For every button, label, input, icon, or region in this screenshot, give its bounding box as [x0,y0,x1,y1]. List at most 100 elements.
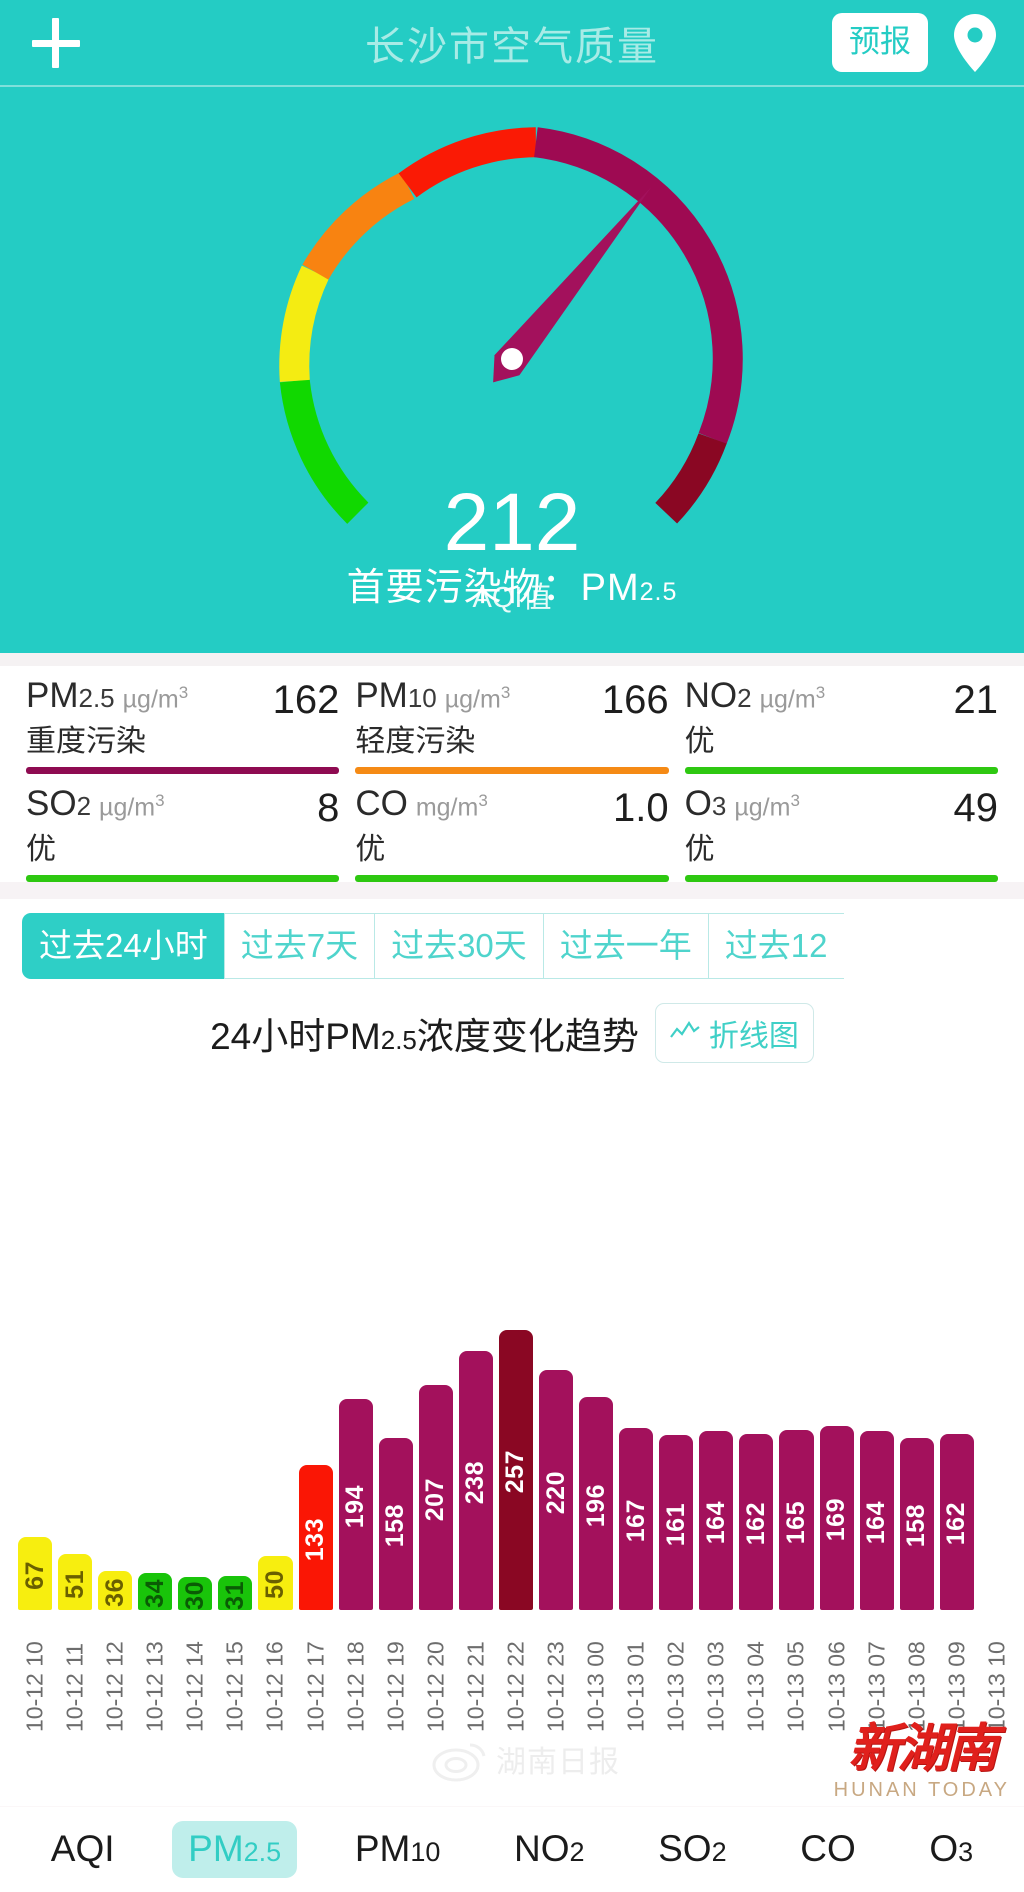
chart-bar-column[interactable]: 238 [458,1305,493,1610]
bottom-nav-item[interactable]: PM10 [339,1821,457,1878]
chart-bar-column[interactable]: 257 [498,1305,534,1610]
pollutant-name: SO2 [26,784,92,823]
location-pin-icon[interactable] [954,13,996,72]
chart-bar-column[interactable]: 165 [779,1305,814,1610]
time-range-tab[interactable]: 过去12 [707,913,844,979]
chart-bar[interactable]: 50 [258,1555,293,1610]
chart-bar[interactable]: 238 [458,1350,493,1610]
chart-bar[interactable]: 67 [18,1537,53,1610]
time-range-tab[interactable]: 过去30天 [374,913,543,979]
chart-bar[interactable]: 165 [779,1430,814,1610]
pollutant-unit: µg/m3 [122,683,189,714]
pollutant-card[interactable]: PM10 µg/m3 166 轻度污染 [347,666,676,774]
chart-bar-column[interactable]: 30 [178,1305,213,1610]
chart-bar[interactable]: 133 [298,1465,333,1610]
bottom-nav-item-sub: 3 [958,1837,974,1868]
bottom-nav-item[interactable]: O3 [913,1821,989,1878]
chart-bar[interactable]: 30 [178,1577,213,1610]
chart-bar-column[interactable]: 220 [539,1305,574,1610]
chart-bar-column[interactable]: 36 [98,1305,133,1610]
pollutant-card[interactable]: SO2 µg/m3 8 优 [18,774,347,882]
chart-bar-column[interactable]: 161 [659,1305,694,1610]
chart-bar-column[interactable]: 34 [138,1305,173,1610]
pollutant-name: PM2.5 [26,676,115,715]
time-range-tab[interactable]: 过去7天 [223,913,375,979]
chart-bar-column[interactable]: 207 [418,1305,453,1610]
pollutant-name: CO [355,784,408,823]
pollutant-card[interactable]: NO2 µg/m3 21 优 [677,666,1006,774]
add-city-icon[interactable] [28,15,84,71]
chart-bar-column[interactable]: 158 [899,1305,934,1610]
pollutant-value: 166 [601,678,669,722]
chart-bar-column[interactable]: 162 [739,1305,774,1610]
pollutant-card[interactable]: O3 µg/m3 49 优 [677,774,1006,882]
chart-bar[interactable]: 164 [859,1431,894,1610]
time-range-tabs: 过去24小时 过去7天 过去30天 过去一年 过去12 [0,899,1024,979]
chart-x-tick-label: 10-13 03 [702,1641,729,1732]
chart-bar-column[interactable]: 162 [939,1305,974,1610]
pollutant-bottom-nav: AQI PM2.5 PM10 NO2 SO2 CO O3 [0,1806,1024,1892]
pollutant-unit: µg/m3 [759,683,826,714]
chart-bar-column[interactable]: 158 [378,1305,413,1610]
chart-bar-column[interactable]: 196 [579,1305,614,1610]
chart-bar[interactable]: 162 [739,1433,774,1610]
chart-bar-column[interactable] [980,1305,1014,1610]
chart-bar-value-label: 220 [541,1470,570,1514]
chart-bar[interactable]: 257 [498,1330,534,1610]
chart-bar-column[interactable]: 164 [859,1305,894,1610]
bottom-nav-item[interactable]: PM2.5 [172,1821,298,1878]
chart-x-tick-label: 10-12 16 [262,1641,288,1732]
chart-bar[interactable]: 220 [539,1370,574,1610]
chart-bar-column[interactable]: 133 [298,1305,333,1610]
time-range-tab[interactable]: 过去一年 [542,913,708,979]
chart-bar-column[interactable]: 50 [258,1305,293,1610]
pollutant-value: 1.0 [613,786,669,830]
chart-bar-column[interactable]: 164 [699,1305,734,1610]
chart-bar[interactable]: 194 [338,1398,373,1610]
chart-bar[interactable]: 36 [98,1570,133,1610]
chart-bar[interactable]: 51 [58,1554,93,1610]
chart-bar-column[interactable]: 67 [18,1305,53,1610]
bottom-nav-item[interactable]: AQI [35,1821,131,1878]
weibo-watermark: 湖南日报 [432,1724,672,1794]
chart-x-tick-label: 10-12 23 [542,1641,569,1732]
chart-bar[interactable]: 34 [138,1572,173,1610]
chart-bar[interactable]: 158 [378,1437,413,1610]
chart-bar-column[interactable]: 167 [619,1305,654,1610]
forecast-button[interactable]: 预报 [832,13,928,72]
chart-bar[interactable]: 207 [418,1384,453,1610]
pollutant-card[interactable]: CO mg/m3 1.0 优 [347,774,676,882]
chart-x-tick-label: 10-12 14 [181,1641,208,1732]
bottom-nav-item-sub: 2 [569,1837,585,1868]
chart-x-tick-label: 10-12 17 [302,1641,329,1732]
primary-pollutant-label: 首要污染物： [346,567,581,609]
chart-bar-column[interactable]: 51 [58,1305,93,1610]
chart-bar[interactable]: 31 [218,1576,253,1610]
chart-bar-column[interactable]: 169 [819,1305,854,1610]
chart-bar[interactable]: 162 [939,1433,974,1610]
chart-bar[interactable]: 169 [819,1425,854,1610]
chart-title: 24小时PM2.5浓度变化趋势 [210,1006,639,1060]
chart-bar[interactable]: 158 [899,1437,934,1610]
chart-x-tick-label: 10-13 07 [863,1641,890,1732]
chart-bar-value-label: 36 [100,1577,129,1607]
chart-x-tick-label: 10-13 02 [662,1641,689,1732]
pollutant-value: 162 [272,678,340,722]
bottom-nav-item[interactable]: CO [784,1821,872,1878]
chart-bar-column[interactable]: 31 [218,1305,253,1610]
bottom-nav-item[interactable]: NO2 [498,1821,601,1878]
time-range-tab[interactable]: 过去24小时 [22,913,224,979]
chart-bar[interactable]: 167 [619,1428,654,1610]
pollutant-card[interactable]: PM2.5 µg/m3 162 重度污染 [18,666,347,774]
chart-bar[interactable]: 161 [659,1434,694,1610]
line-chart-toggle-button[interactable]: 折线图 [654,1002,814,1063]
chart-bar[interactable]: 164 [699,1431,734,1610]
primary-pollutant-sub: 2.5 [639,578,678,606]
pollutant-name-sub: 2 [737,683,752,713]
chart-bar-value-label: 164 [701,1501,730,1545]
chart-bar[interactable]: 196 [579,1396,614,1610]
bottom-nav-item[interactable]: SO2 [642,1821,743,1878]
chart-bar-column[interactable]: 194 [338,1305,373,1610]
pollutant-name: O3 [684,784,727,823]
chart-bar-value-label: 169 [822,1498,851,1542]
